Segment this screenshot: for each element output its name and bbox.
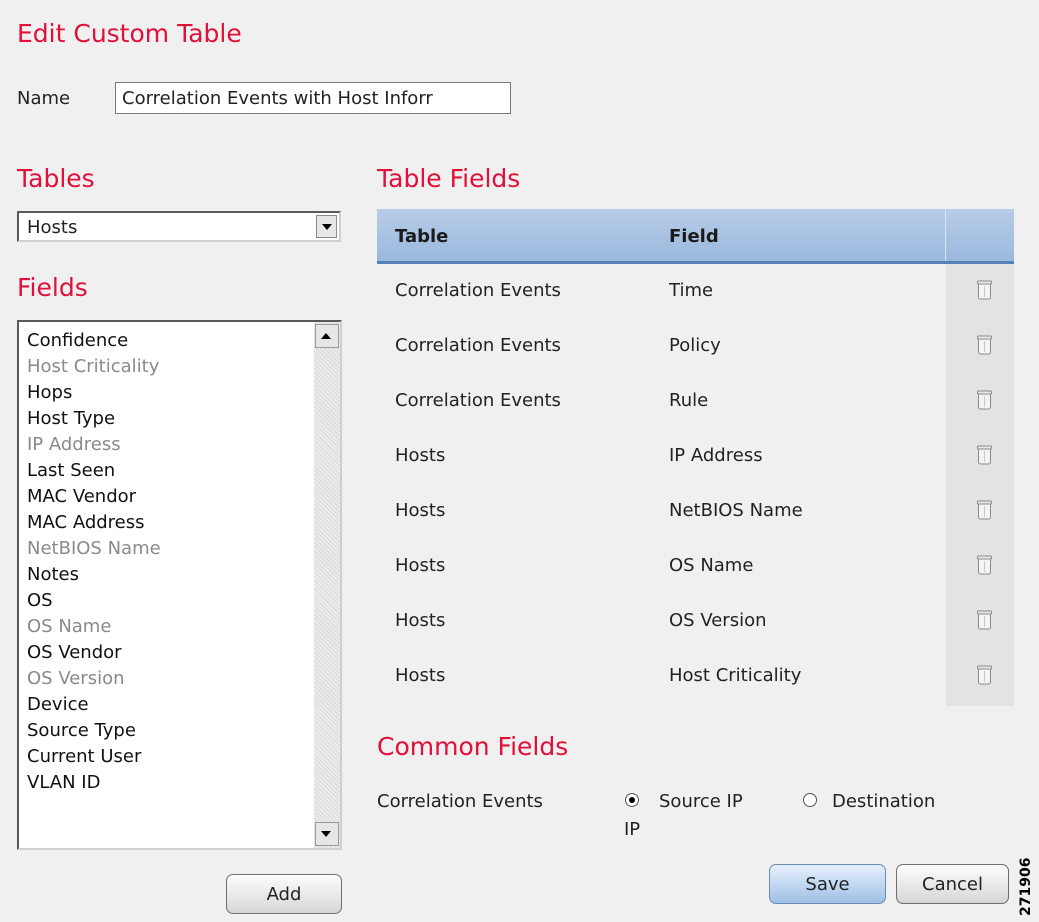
chevron-down-icon — [322, 224, 332, 230]
trash-icon[interactable] — [977, 665, 992, 685]
cell-field: OS Name — [669, 555, 754, 576]
trash-icon[interactable] — [977, 500, 992, 520]
list-item[interactable]: IP Address — [27, 432, 312, 458]
table-row: Hosts Host Criticality — [377, 649, 1014, 704]
radio-destination-ip-label: Destination — [832, 791, 936, 812]
table-row: Hosts OS Name — [377, 539, 1014, 594]
list-item[interactable]: NetBIOS Name — [27, 536, 312, 562]
list-item[interactable]: Device — [27, 692, 312, 718]
cell-field: Rule — [669, 390, 709, 411]
dropdown-button[interactable] — [316, 215, 337, 238]
trash-icon[interactable] — [977, 335, 992, 355]
cell-table: Correlation Events — [395, 390, 561, 411]
scroll-up-button[interactable] — [315, 324, 339, 348]
trash-icon[interactable] — [977, 390, 992, 410]
fields-scrollbar[interactable] — [314, 322, 340, 848]
list-item[interactable]: OS — [27, 588, 312, 614]
table-row: Correlation Events Time — [377, 264, 1014, 319]
column-header-table: Table — [395, 226, 449, 247]
name-input[interactable] — [115, 82, 511, 114]
tables-select-value: Hosts — [27, 217, 78, 238]
scroll-down-button[interactable] — [315, 822, 339, 846]
cell-table: Hosts — [395, 500, 446, 521]
cell-table: Hosts — [395, 610, 446, 631]
tables-heading: Tables — [17, 164, 95, 193]
cell-table: Hosts — [395, 665, 446, 686]
trash-icon[interactable] — [977, 445, 992, 465]
cell-table: Correlation Events — [395, 280, 561, 301]
table-row: Correlation Events Rule — [377, 374, 1014, 429]
cell-field: Host Criticality — [669, 665, 802, 686]
radio-destination-ip-label-cont: IP — [624, 819, 641, 840]
list-item[interactable]: MAC Vendor — [27, 484, 312, 510]
table-row: Correlation Events Policy — [377, 319, 1014, 374]
table-fields-heading: Table Fields — [377, 164, 521, 193]
column-divider — [945, 209, 946, 261]
radio-source-ip-label: Source IP — [659, 791, 743, 812]
add-button[interactable]: Add — [226, 874, 342, 914]
list-item[interactable]: VLAN ID — [27, 770, 312, 796]
cell-table: Hosts — [395, 445, 446, 466]
list-item[interactable]: OS Version — [27, 666, 312, 692]
fields-heading: Fields — [17, 273, 88, 302]
list-item[interactable]: Last Seen — [27, 458, 312, 484]
list-item[interactable]: Notes — [27, 562, 312, 588]
fields-listbox[interactable]: Confidence Host Criticality Hops Host Type I… — [17, 320, 342, 850]
cell-field: Policy — [669, 335, 721, 356]
arrow-up-icon — [321, 333, 331, 339]
list-item[interactable]: Source Type — [27, 718, 312, 744]
cancel-button[interactable]: Cancel — [896, 864, 1009, 904]
radio-destination-ip[interactable] — [803, 793, 817, 807]
list-item[interactable]: Host Type — [27, 406, 312, 432]
list-item[interactable]: Hops — [27, 380, 312, 406]
arrow-down-icon — [321, 831, 331, 837]
page-title: Edit Custom Table — [17, 19, 242, 48]
list-item[interactable]: MAC Address — [27, 510, 312, 536]
trash-icon[interactable] — [977, 555, 992, 575]
common-fields-label: Correlation Events — [377, 791, 543, 812]
cell-field: IP Address — [669, 445, 763, 466]
radio-source-ip[interactable] — [625, 793, 639, 807]
table-row: Hosts NetBIOS Name — [377, 484, 1014, 539]
save-button[interactable]: Save — [769, 864, 886, 904]
column-header-field: Field — [669, 226, 719, 247]
list-item[interactable]: OS Vendor — [27, 640, 312, 666]
cell-field: OS Version — [669, 610, 767, 631]
list-item[interactable]: Host Criticality — [27, 354, 312, 380]
trash-icon[interactable] — [977, 280, 992, 300]
tables-select[interactable]: Hosts — [17, 211, 341, 242]
table-row: Hosts IP Address — [377, 429, 1014, 484]
cell-table: Hosts — [395, 555, 446, 576]
name-label: Name — [17, 88, 71, 109]
cell-field: Time — [669, 280, 714, 301]
list-item[interactable]: OS Name — [27, 614, 312, 640]
table-fields-header: Table Field — [377, 209, 1014, 264]
list-item[interactable]: Current User — [27, 744, 312, 770]
fields-list: Confidence Host Criticality Hops Host Type I… — [19, 322, 312, 848]
table-row: Hosts OS Version — [377, 594, 1014, 649]
trash-icon[interactable] — [977, 610, 992, 630]
figure-id: 271906 — [1018, 857, 1034, 916]
common-fields-heading: Common Fields — [377, 732, 569, 761]
list-item[interactable]: Confidence — [27, 328, 312, 354]
cell-table: Correlation Events — [395, 335, 561, 356]
cell-field: NetBIOS Name — [669, 500, 803, 521]
